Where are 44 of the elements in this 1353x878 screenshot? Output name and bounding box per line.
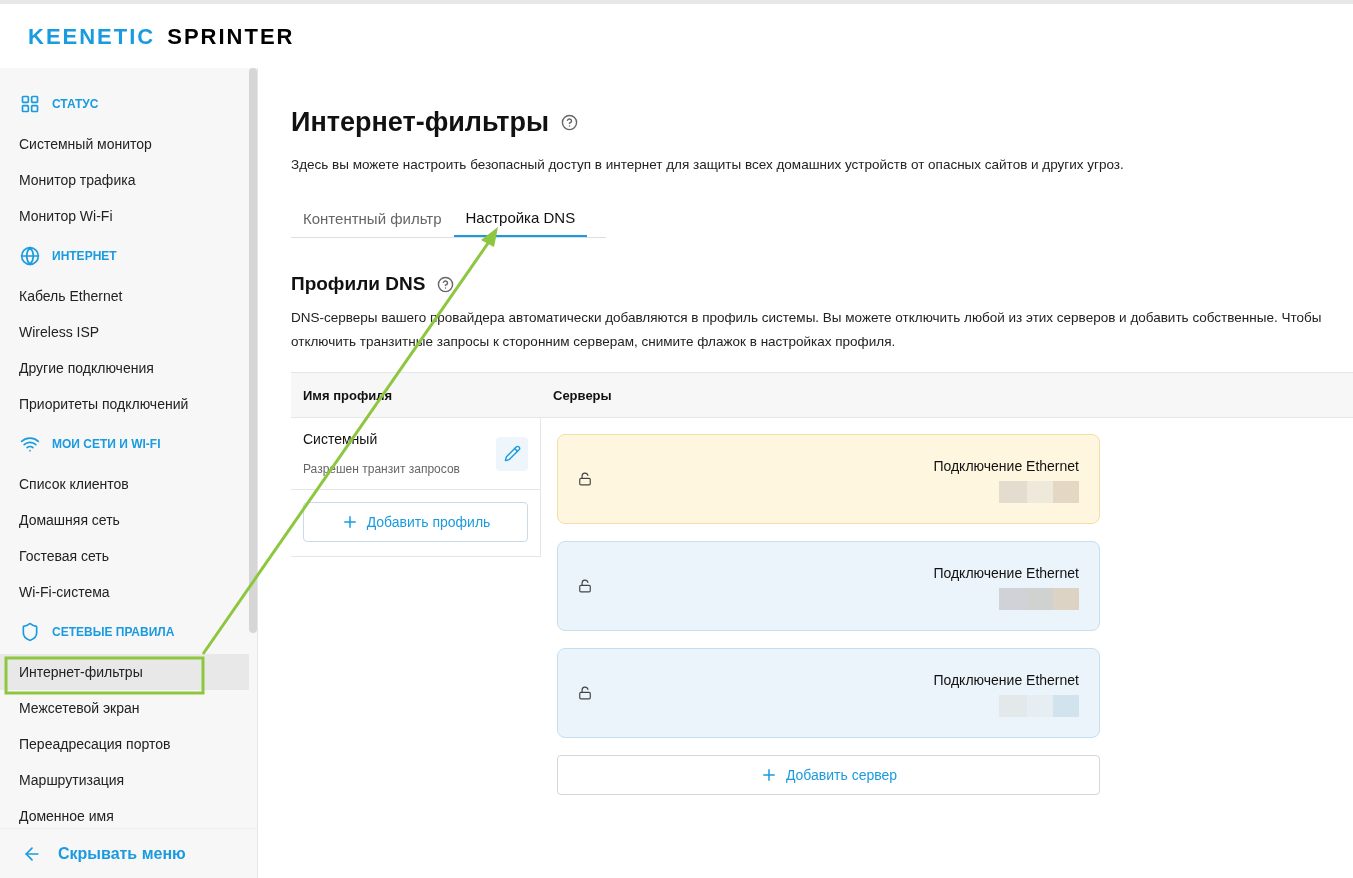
menu-item[interactable]: Интернет-фильтры <box>0 654 249 690</box>
menu-item[interactable]: Другие подключения <box>0 350 249 386</box>
wifi-icon <box>20 434 40 454</box>
menu-item[interactable]: Список клиентов <box>0 466 249 502</box>
menu-item[interactable]: Монитор трафика <box>0 162 249 198</box>
menu-item[interactable]: Межсетевой экран <box>0 690 249 726</box>
menu-item[interactable]: Приоритеты подключений <box>0 386 249 422</box>
globe-icon <box>20 246 40 266</box>
help-icon[interactable] <box>561 113 578 131</box>
menu-item[interactable]: Домашняя сеть <box>0 502 249 538</box>
menu-item[interactable]: Маршрутизация <box>0 762 249 798</box>
server-card[interactable]: Подключение Ethernet <box>557 434 1100 525</box>
dashboard-icon <box>20 94 40 114</box>
server-name: Подключение Ethernet <box>933 670 1079 690</box>
server-name: Подключение Ethernet <box>933 563 1079 583</box>
menu-item[interactable]: Wireless ISP <box>0 314 249 350</box>
menu-item[interactable]: Доменное имя <box>0 798 249 828</box>
page-title: Интернет-фильтры <box>291 106 549 139</box>
server-name: Подключение Ethernet <box>933 456 1079 476</box>
logo-model: SPRINTER <box>167 22 295 51</box>
edit-button[interactable] <box>496 436 528 471</box>
section-heading: МОИ СЕТИ И WI-FI <box>52 436 161 453</box>
server-card[interactable]: Подключение Ethernet <box>557 648 1100 739</box>
menu-item[interactable]: Кабель Ethernet <box>0 278 249 314</box>
unlock-icon <box>578 579 592 594</box>
menu-item[interactable]: Wi-Fi-система <box>0 574 249 610</box>
section-heading: СЕТЕВЫЕ ПРАВИЛА <box>52 624 175 641</box>
shield-icon <box>20 622 40 642</box>
section-heading: СТАТУС <box>52 96 99 113</box>
menu-item[interactable]: Переадресация портов <box>0 726 249 762</box>
menu-item[interactable]: Гостевая сеть <box>0 538 249 574</box>
menu-item[interactable]: Системный монитор <box>0 126 249 162</box>
unlock-icon <box>578 686 592 701</box>
unlock-icon <box>578 472 592 487</box>
menu-item[interactable]: Монитор Wi-Fi <box>0 198 249 234</box>
tab[interactable]: Контентный фильтр <box>291 200 454 237</box>
column-header: Серверы <box>553 386 612 405</box>
help-icon[interactable] <box>437 275 455 293</box>
server-card[interactable]: Подключение Ethernet <box>557 541 1100 632</box>
section-title: Профили DNS <box>291 271 426 296</box>
pencil-icon <box>503 445 521 463</box>
page-description: Здесь вы можете настроить безопасный доступ в интернет для защиты всех домашних устройств от опасных сайтов и других угроз. <box>291 155 1125 174</box>
logo-brand: KEENETIC <box>28 22 156 51</box>
section-heading: ИНТЕРНЕТ <box>52 248 117 265</box>
